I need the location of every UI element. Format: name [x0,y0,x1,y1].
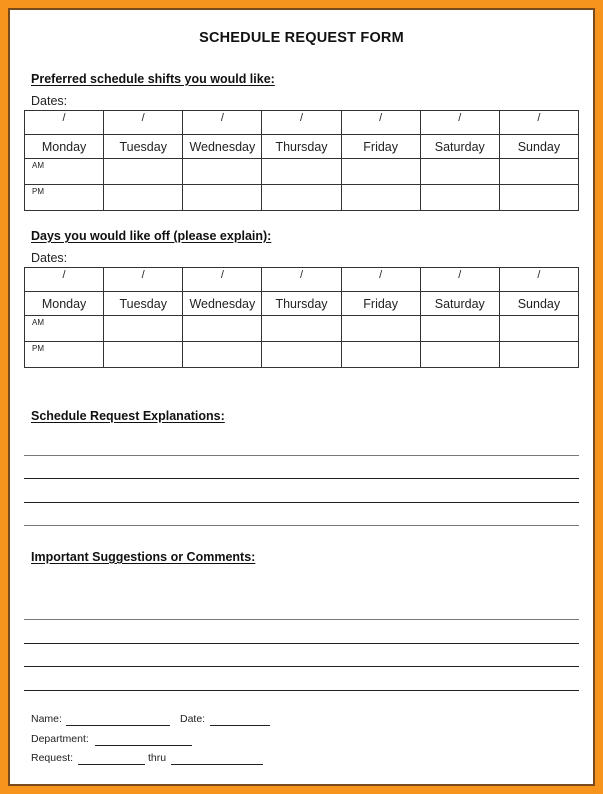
date-cell-sunday[interactable]: / [498,267,580,292]
days-off-heading: Days you would like off (please explain)… [31,229,272,243]
date-row: / / / / / / / [23,110,580,135]
date-cell-saturday[interactable]: / [419,110,500,135]
am-cell-sunday[interactable] [498,315,580,342]
date-cell-tuesday[interactable]: / [103,110,184,135]
am-cell-wednesday[interactable] [182,315,263,342]
request-end-field[interactable] [171,764,263,765]
name-field[interactable] [66,725,170,726]
pm-cell-sunday[interactable] [498,184,580,211]
day-header-friday: Friday [340,134,421,159]
comment-line[interactable] [24,643,579,644]
days-off-dates-label: Dates: [31,251,68,265]
pm-cell-friday[interactable] [340,341,421,368]
day-header-wednesday: Wednesday [182,134,263,159]
date-cell-monday[interactable]: / [23,267,105,292]
pm-cell-sunday[interactable] [498,341,580,368]
date-cell-sunday[interactable]: / [498,110,580,135]
comment-line[interactable] [24,690,579,691]
explanation-line[interactable] [24,525,579,526]
comment-line[interactable] [24,619,579,620]
request-label: Request: [31,752,74,764]
form-title: SCHEDULE REQUEST FORM [199,30,404,46]
pm-cell-tuesday[interactable] [103,341,184,368]
pm-row: PM [23,341,580,368]
thru-label: thru [148,752,167,764]
day-header-sunday: Sunday [498,291,580,316]
pm-cell-monday[interactable]: PM [23,341,105,368]
day-header-tuesday: Tuesday [103,134,184,159]
date-cell-monday[interactable]: / [23,110,105,135]
preferred-schedule-table: / / / / / / / Monday Tuesday Wednesday T… [23,110,580,211]
am-cell-monday[interactable]: AM [23,315,105,342]
department-label: Department: [31,733,89,745]
preferred-shifts-heading: Preferred schedule shifts you would like… [31,72,275,86]
pm-cell-friday[interactable] [340,184,421,211]
am-cell-saturday[interactable] [419,158,500,185]
am-cell-saturday[interactable] [419,315,500,342]
am-cell-thursday[interactable] [261,158,342,185]
date-cell-thursday[interactable]: / [261,110,342,135]
pm-cell-saturday[interactable] [419,184,500,211]
date-cell-tuesday[interactable]: / [103,267,184,292]
day-header-thursday: Thursday [261,291,342,316]
day-header-saturday: Saturday [419,291,500,316]
pm-cell-tuesday[interactable] [103,184,184,211]
explanation-line[interactable] [24,502,579,503]
day-header-sunday: Sunday [498,134,580,159]
am-cell-sunday[interactable] [498,158,580,185]
department-field[interactable] [95,745,192,746]
am-cell-thursday[interactable] [261,315,342,342]
day-header-wednesday: Wednesday [182,291,263,316]
pm-cell-saturday[interactable] [419,341,500,368]
day-header-monday: Monday [23,134,105,159]
am-cell-friday[interactable] [340,158,421,185]
day-header-thursday: Thursday [261,134,342,159]
am-row: AM [23,158,580,185]
date-cell-saturday[interactable]: / [419,267,500,292]
am-cell-tuesday[interactable] [103,158,184,185]
date-field[interactable] [210,725,270,726]
am-cell-wednesday[interactable] [182,158,263,185]
day-header-row: Monday Tuesday Wednesday Thursday Friday… [23,291,580,316]
explanations-heading: Schedule Request Explanations: [31,409,225,423]
am-cell-friday[interactable] [340,315,421,342]
date-cell-friday[interactable]: / [340,110,421,135]
comments-heading: Important Suggestions or Comments: [31,550,256,564]
preferred-dates-label: Dates: [31,94,68,108]
date-row: / / / / / / / [23,267,580,292]
pm-row: PM [23,184,580,211]
pm-cell-wednesday[interactable] [182,341,263,368]
date-cell-wednesday[interactable]: / [182,110,263,135]
day-header-monday: Monday [23,291,105,316]
pm-cell-thursday[interactable] [261,184,342,211]
pm-cell-thursday[interactable] [261,341,342,368]
day-header-tuesday: Tuesday [103,291,184,316]
pm-cell-monday[interactable]: PM [23,184,105,211]
explanation-line[interactable] [24,478,579,479]
date-cell-wednesday[interactable]: / [182,267,263,292]
day-header-row: Monday Tuesday Wednesday Thursday Friday… [23,134,580,159]
explanation-line[interactable] [24,455,579,456]
date-cell-thursday[interactable]: / [261,267,342,292]
day-header-friday: Friday [340,291,421,316]
pm-cell-wednesday[interactable] [182,184,263,211]
days-off-table: / / / / / / / Monday Tuesday Wednesday T… [23,267,580,368]
am-row: AM [23,315,580,342]
day-header-saturday: Saturday [419,134,500,159]
am-cell-tuesday[interactable] [103,315,184,342]
am-cell-monday[interactable]: AM [23,158,105,185]
date-label: Date: [180,713,206,725]
name-label: Name: [31,713,62,725]
date-cell-friday[interactable]: / [340,267,421,292]
comment-line[interactable] [24,666,579,667]
request-start-field[interactable] [78,764,145,765]
